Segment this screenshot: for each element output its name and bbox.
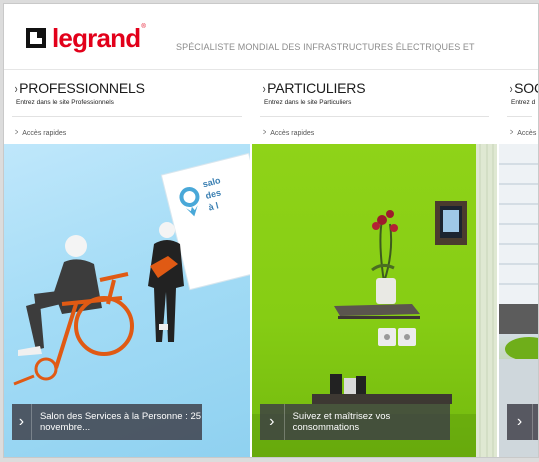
divider xyxy=(507,116,532,117)
quick-access-link[interactable]: > Accès xyxy=(509,127,536,137)
column-societe: ›SOC Entrez d >Accès › xyxy=(499,70,538,457)
chevron-right-icon: › xyxy=(507,404,533,440)
chevron-right-icon: › xyxy=(509,81,513,96)
column-professionnels: › PROFESSIONNELS Entrez dans le site Prof… xyxy=(4,70,250,457)
chevron-right-icon: › xyxy=(12,404,32,440)
chevron-right-icon: > xyxy=(15,127,19,137)
wall-shelf xyxy=(334,304,420,319)
news-caption-particuliers[interactable]: › Suivez et maîtrisez vos consommations xyxy=(260,404,450,440)
societe-banner-image[interactable]: › xyxy=(499,144,538,457)
column-header: › PROFESSIONNELS Entrez dans le site Prof… xyxy=(4,70,250,144)
legrand-logo-mark xyxy=(26,28,46,48)
chevron-right-icon: › xyxy=(262,81,266,96)
divider xyxy=(12,116,242,117)
page-frame: legrand ® SPÉCIALISTE MONDIAL DES INFRAS… xyxy=(3,3,539,458)
chevron-right-icon: › xyxy=(14,81,18,96)
quick-access-label: Accès xyxy=(517,130,537,137)
orchid-plant xyxy=(371,210,398,304)
quick-access-link[interactable]: > Accès rapides xyxy=(14,127,66,137)
thermostat-device xyxy=(435,201,467,245)
wheelchair-person xyxy=(13,235,134,386)
column-title: PROFESSIONNELS xyxy=(19,80,145,96)
column-title: SOC xyxy=(514,80,538,96)
logo-text: legrand xyxy=(52,23,141,53)
chevron-right-icon: > xyxy=(263,127,267,137)
wall-sockets xyxy=(378,328,416,346)
news-caption-professionnels[interactable]: › Salon des Services à la Personne : 25 … xyxy=(12,404,202,440)
chevron-right-icon: › xyxy=(260,404,285,440)
column-title: PARTICULIERS xyxy=(267,80,366,96)
quick-access-link[interactable]: > Accès rapides xyxy=(262,127,314,137)
particuliers-link[interactable]: › PARTICULIERS xyxy=(262,80,366,96)
column-header: › PARTICULIERS Entrez dans le site Partic… xyxy=(252,70,497,144)
column-subtitle: Entrez dans le site Particuliers xyxy=(264,99,352,106)
professionnels-banner-image[interactable]: salo des à l › Salon des Services à la P… xyxy=(4,144,250,457)
coffee-table xyxy=(312,374,452,404)
tagline: SPÉCIALISTE MONDIAL DES INFRASTRUCTURES … xyxy=(176,42,475,52)
column-header: ›SOC Entrez d >Accès xyxy=(499,70,538,144)
chevron-right-icon: > xyxy=(510,127,514,137)
logo-registered: ® xyxy=(141,24,146,30)
site-header: legrand ® SPÉCIALISTE MONDIAL DES INFRAS… xyxy=(4,4,538,70)
quick-access-label: Accès rapides xyxy=(22,130,67,137)
column-subtitle: Entrez dans le site Professionnels xyxy=(16,99,114,106)
societe-link[interactable]: ›SOC xyxy=(509,80,538,96)
column-subtitle: Entrez d xyxy=(511,99,536,106)
quick-access-label: Accès rapides xyxy=(270,130,315,137)
caption-text: Salon des Services à la Personne : 25 no… xyxy=(39,411,202,433)
caption-text: Suivez et maîtrisez vos consommations xyxy=(292,411,391,433)
column-particuliers: › PARTICULIERS Entrez dans le site Partic… xyxy=(252,70,497,457)
particuliers-banner-image[interactable]: › Suivez et maîtrisez vos consommations xyxy=(252,144,497,457)
divider xyxy=(260,116,489,117)
professionnels-link[interactable]: › PROFESSIONNELS xyxy=(14,80,145,96)
news-caption-societe[interactable]: › xyxy=(507,404,538,440)
legrand-logo[interactable]: legrand ® xyxy=(26,24,146,52)
